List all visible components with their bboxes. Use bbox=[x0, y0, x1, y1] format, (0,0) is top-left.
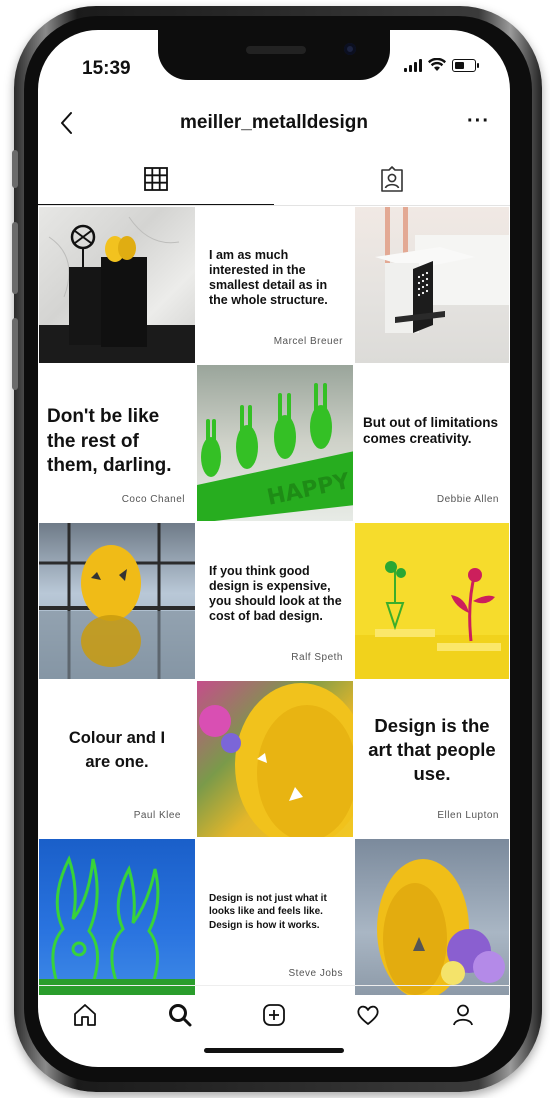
egg-flowers-illustration bbox=[377, 859, 505, 995]
post-photo-stands[interactable] bbox=[38, 206, 196, 364]
egg-window-illustration bbox=[39, 523, 195, 679]
page-title: meiller_metalldesign bbox=[180, 112, 368, 133]
side-table-illustration bbox=[375, 207, 509, 333]
more-options-button[interactable]: ··· bbox=[467, 110, 490, 133]
home-indicator bbox=[204, 1048, 344, 1053]
post-photo-egg-closeup[interactable] bbox=[196, 680, 354, 838]
profile-tabs bbox=[38, 154, 510, 206]
mute-switch bbox=[12, 150, 18, 188]
post-quote-breuer[interactable]: I am as much interested in the smallest … bbox=[196, 206, 354, 364]
quote-author: Marcel Breuer bbox=[273, 336, 343, 347]
tab-tagged[interactable] bbox=[274, 154, 510, 204]
volume-down-button bbox=[12, 318, 18, 390]
post-quote-klee[interactable]: Colour and I are one. Paul Klee bbox=[38, 680, 196, 838]
volume-up-button bbox=[12, 222, 18, 294]
quote-text: Don't be like the rest of them, darling. bbox=[47, 406, 172, 477]
quote-text: If you think good design is expensive, y… bbox=[209, 564, 342, 623]
battery-icon bbox=[452, 58, 479, 72]
quote-text: Colour and I are one. bbox=[68, 729, 166, 771]
post-photo-green-bunnies[interactable]: HAPPY bbox=[196, 364, 354, 522]
status-time: 15:39 bbox=[82, 58, 131, 79]
notch bbox=[158, 30, 390, 80]
quote-author: Debbie Allen bbox=[436, 494, 499, 505]
signal-icon bbox=[404, 58, 422, 72]
quote-author: Ellen Lupton bbox=[437, 810, 499, 821]
phone-screen: 15:39 meiller_metalldesign ··· I am as m… bbox=[38, 30, 510, 1067]
post-photo-egg-window[interactable] bbox=[38, 522, 196, 680]
stands-illustration bbox=[39, 216, 195, 363]
front-camera bbox=[344, 43, 356, 55]
profile-header: meiller_metalldesign ··· bbox=[38, 100, 510, 150]
profile-icon[interactable] bbox=[450, 1002, 476, 1028]
post-photo-egg-flowers[interactable] bbox=[354, 838, 510, 996]
quote-author: Ralf Speth bbox=[291, 652, 343, 663]
post-photo-bunny-outlines[interactable] bbox=[38, 838, 196, 996]
post-grid: I am as much interested in the smallest … bbox=[38, 206, 510, 996]
quote-author: Paul Klee bbox=[133, 810, 181, 821]
post-quote-lupton[interactable]: Design is the art that people use. Ellen… bbox=[354, 680, 510, 838]
add-post-icon[interactable] bbox=[261, 1002, 287, 1028]
tagged-person-icon bbox=[381, 166, 403, 192]
bunny-outlines-illustration bbox=[39, 855, 195, 995]
post-quote-speth[interactable]: If you think good design is expensive, y… bbox=[196, 522, 354, 680]
search-icon[interactable] bbox=[167, 1002, 193, 1028]
post-photo-yellow-flowers[interactable] bbox=[354, 522, 510, 680]
status-icons bbox=[404, 58, 479, 72]
quote-text: I am as much interested in the smallest … bbox=[209, 248, 328, 307]
speaker-grille bbox=[246, 46, 306, 54]
egg-closeup-illustration bbox=[199, 683, 353, 837]
grid-icon bbox=[144, 167, 168, 191]
quote-author: Coco Chanel bbox=[121, 494, 185, 505]
green-bunnies-illustration: HAPPY bbox=[197, 383, 353, 521]
yellow-flowers-illustration bbox=[355, 561, 509, 679]
heart-icon[interactable] bbox=[355, 1002, 381, 1028]
post-quote-jobs[interactable]: Design is not just what it looks like an… bbox=[196, 838, 354, 996]
post-quote-chanel[interactable]: Don't be like the rest of them, darling.… bbox=[38, 364, 196, 522]
quote-author: Steve Jobs bbox=[288, 968, 343, 979]
tab-grid[interactable] bbox=[38, 154, 274, 204]
quote-text: Design is the art that people use. bbox=[368, 714, 496, 785]
post-photo-side-table[interactable] bbox=[354, 206, 510, 364]
post-quote-allen[interactable]: But out of limitations comes creativity.… bbox=[354, 364, 510, 522]
bottom-navigation bbox=[38, 985, 510, 1040]
wifi-icon bbox=[428, 58, 446, 71]
home-icon[interactable] bbox=[72, 1002, 98, 1028]
quote-text: Design is not just what it looks like an… bbox=[209, 892, 327, 931]
quote-text: But out of limitations comes creativity. bbox=[363, 414, 498, 446]
